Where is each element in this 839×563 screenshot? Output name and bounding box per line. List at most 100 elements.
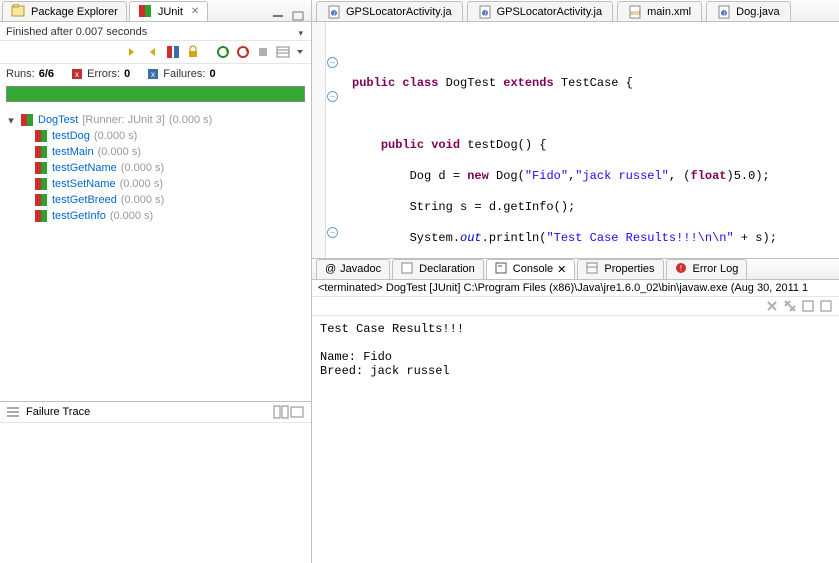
declaration-icon bbox=[401, 262, 415, 276]
close-icon[interactable]: ✕ bbox=[557, 263, 566, 276]
tree-item-label: testMain bbox=[52, 146, 94, 158]
svg-text:J: J bbox=[723, 12, 726, 18]
tree-root[interactable]: ▾ DogTest [Runner: JUnit 3] (0.000 s) bbox=[6, 112, 305, 128]
svg-text:J: J bbox=[483, 12, 486, 18]
svg-text:J: J bbox=[333, 12, 336, 18]
junit-view: Package Explorer JUnit ✕ Finished after … bbox=[0, 0, 312, 563]
pin-console-icon[interactable] bbox=[819, 299, 833, 313]
runs-label: Runs: bbox=[6, 68, 35, 80]
prev-failure-icon[interactable] bbox=[145, 44, 161, 60]
properties-icon bbox=[586, 262, 600, 276]
test-pass-icon bbox=[34, 177, 48, 191]
editor-tab[interactable]: xml main.xml bbox=[617, 1, 702, 21]
overview-ruler bbox=[312, 22, 326, 258]
failure-trace-label: Failure Trace bbox=[26, 406, 90, 418]
remove-launch-icon[interactable] bbox=[765, 299, 779, 313]
folding-ruler[interactable]: – – – – – bbox=[326, 22, 340, 258]
tab-label: main.xml bbox=[647, 6, 691, 18]
tab-label: Package Explorer bbox=[31, 6, 118, 18]
console-output[interactable]: Test Case Results!!! Name: Fido Breed: j… bbox=[312, 316, 839, 563]
test-pass-icon bbox=[34, 209, 48, 223]
fold-minus-icon[interactable]: – bbox=[327, 227, 338, 238]
java-file-icon: J bbox=[478, 5, 492, 19]
fold-minus-icon[interactable]: – bbox=[327, 91, 338, 102]
error-icon: x bbox=[72, 69, 82, 79]
tree-item[interactable]: testDog (0.000 s) bbox=[6, 128, 305, 144]
tab-label: Console bbox=[513, 263, 553, 275]
failure-trace-body bbox=[0, 423, 311, 563]
tab-error-log[interactable]: !Error Log bbox=[666, 259, 748, 279]
menu-icon[interactable] bbox=[295, 44, 305, 60]
tree-item[interactable]: testMain (0.000 s) bbox=[6, 144, 305, 160]
tree-item-time: (0.000 s) bbox=[121, 162, 164, 174]
fold-minus-icon[interactable]: – bbox=[327, 57, 338, 68]
test-pass-icon bbox=[34, 161, 48, 175]
failures-value: 0 bbox=[209, 68, 215, 80]
editor-tab[interactable]: J Dog.java bbox=[706, 1, 790, 21]
rerun-icon[interactable] bbox=[215, 44, 231, 60]
console-toolbar bbox=[312, 297, 839, 316]
stop-icon[interactable] bbox=[255, 44, 271, 60]
tab-label: Error Log bbox=[693, 263, 739, 275]
test-suite-pass-icon bbox=[20, 113, 34, 127]
scroll-lock-icon[interactable] bbox=[185, 44, 201, 60]
tree-item-label: testSetName bbox=[52, 178, 116, 190]
tab-package-explorer[interactable]: Package Explorer bbox=[2, 1, 127, 21]
test-tree[interactable]: ▾ DogTest [Runner: JUnit 3] (0.000 s) te… bbox=[0, 108, 311, 401]
status-text: Finished after 0.007 seconds bbox=[6, 26, 147, 38]
failure-trace-header: Failure Trace bbox=[0, 401, 311, 423]
tree-item-label: testGetInfo bbox=[52, 210, 106, 222]
tab-properties[interactable]: Properties bbox=[577, 259, 663, 279]
filter-icon[interactable] bbox=[289, 405, 305, 419]
java-file-icon: J bbox=[327, 5, 341, 19]
remove-all-icon[interactable] bbox=[783, 299, 797, 313]
tree-item[interactable]: testSetName (0.000 s) bbox=[6, 176, 305, 192]
tab-label: Properties bbox=[604, 263, 654, 275]
tab-label: GPSLocatorActivity.ja bbox=[346, 6, 452, 18]
maximize-icon[interactable] bbox=[291, 11, 305, 21]
bottom-view-tabs: @Javadoc Declaration Console ✕ Properties… bbox=[312, 258, 839, 280]
junit-status-bar: Finished after 0.007 seconds ▾ bbox=[0, 22, 311, 41]
minimize-icon[interactable] bbox=[271, 11, 285, 21]
rerun-failed-icon[interactable] bbox=[235, 44, 251, 60]
editor-tab[interactable]: J GPSLocatorActivity.ja bbox=[316, 1, 463, 21]
junit-icon bbox=[138, 4, 154, 20]
javadoc-icon: @ bbox=[325, 263, 336, 275]
junit-toolbar bbox=[0, 41, 311, 64]
tab-label: Declaration bbox=[419, 263, 475, 275]
chevron-down-icon[interactable]: ▾ bbox=[298, 28, 303, 39]
editor-tab[interactable]: J GPSLocatorActivity.ja bbox=[467, 1, 614, 21]
console-info-text: <terminated> DogTest [JUnit] C:\Program … bbox=[318, 282, 833, 294]
code-area[interactable]: public class DogTest extends TestCase { … bbox=[340, 22, 839, 258]
test-pass-icon bbox=[34, 193, 48, 207]
svg-text:x: x bbox=[151, 70, 155, 79]
tree-item[interactable]: testGetName (0.000 s) bbox=[6, 160, 305, 176]
tab-javadoc[interactable]: @Javadoc bbox=[316, 259, 390, 279]
errors-label: Errors: bbox=[87, 68, 120, 80]
tree-item-time: (0.000 s) bbox=[121, 194, 164, 206]
tree-item-time: (0.000 s) bbox=[110, 210, 153, 222]
tab-junit[interactable]: JUnit ✕ bbox=[129, 1, 208, 21]
failure-icon: x bbox=[148, 69, 158, 79]
tree-item-time: (0.000 s) bbox=[120, 178, 163, 190]
test-pass-icon bbox=[34, 145, 48, 159]
close-icon[interactable]: ✕ bbox=[191, 6, 199, 17]
progress-bar bbox=[6, 86, 305, 102]
next-failure-icon[interactable] bbox=[125, 44, 141, 60]
failures-label: Failures: bbox=[163, 68, 205, 80]
collapse-caret-icon[interactable]: ▾ bbox=[6, 114, 16, 127]
svg-text:x: x bbox=[75, 70, 79, 79]
package-explorer-icon bbox=[11, 4, 27, 20]
tab-console[interactable]: Console ✕ bbox=[486, 259, 576, 279]
tree-item[interactable]: testGetBreed (0.000 s) bbox=[6, 192, 305, 208]
runs-value: 6/6 bbox=[39, 68, 54, 80]
show-failures-icon[interactable] bbox=[165, 44, 181, 60]
tab-declaration[interactable]: Declaration bbox=[392, 259, 484, 279]
tree-item[interactable]: testGetInfo (0.000 s) bbox=[6, 208, 305, 224]
code-editor[interactable]: – – – – – public class DogTest extends T… bbox=[312, 22, 839, 258]
clear-console-icon[interactable] bbox=[801, 299, 815, 313]
compare-icon[interactable] bbox=[273, 405, 289, 419]
history-icon[interactable] bbox=[275, 44, 291, 60]
tree-root-label: DogTest bbox=[38, 114, 78, 126]
editor-panel: J GPSLocatorActivity.ja J GPSLocatorActi… bbox=[312, 0, 839, 563]
